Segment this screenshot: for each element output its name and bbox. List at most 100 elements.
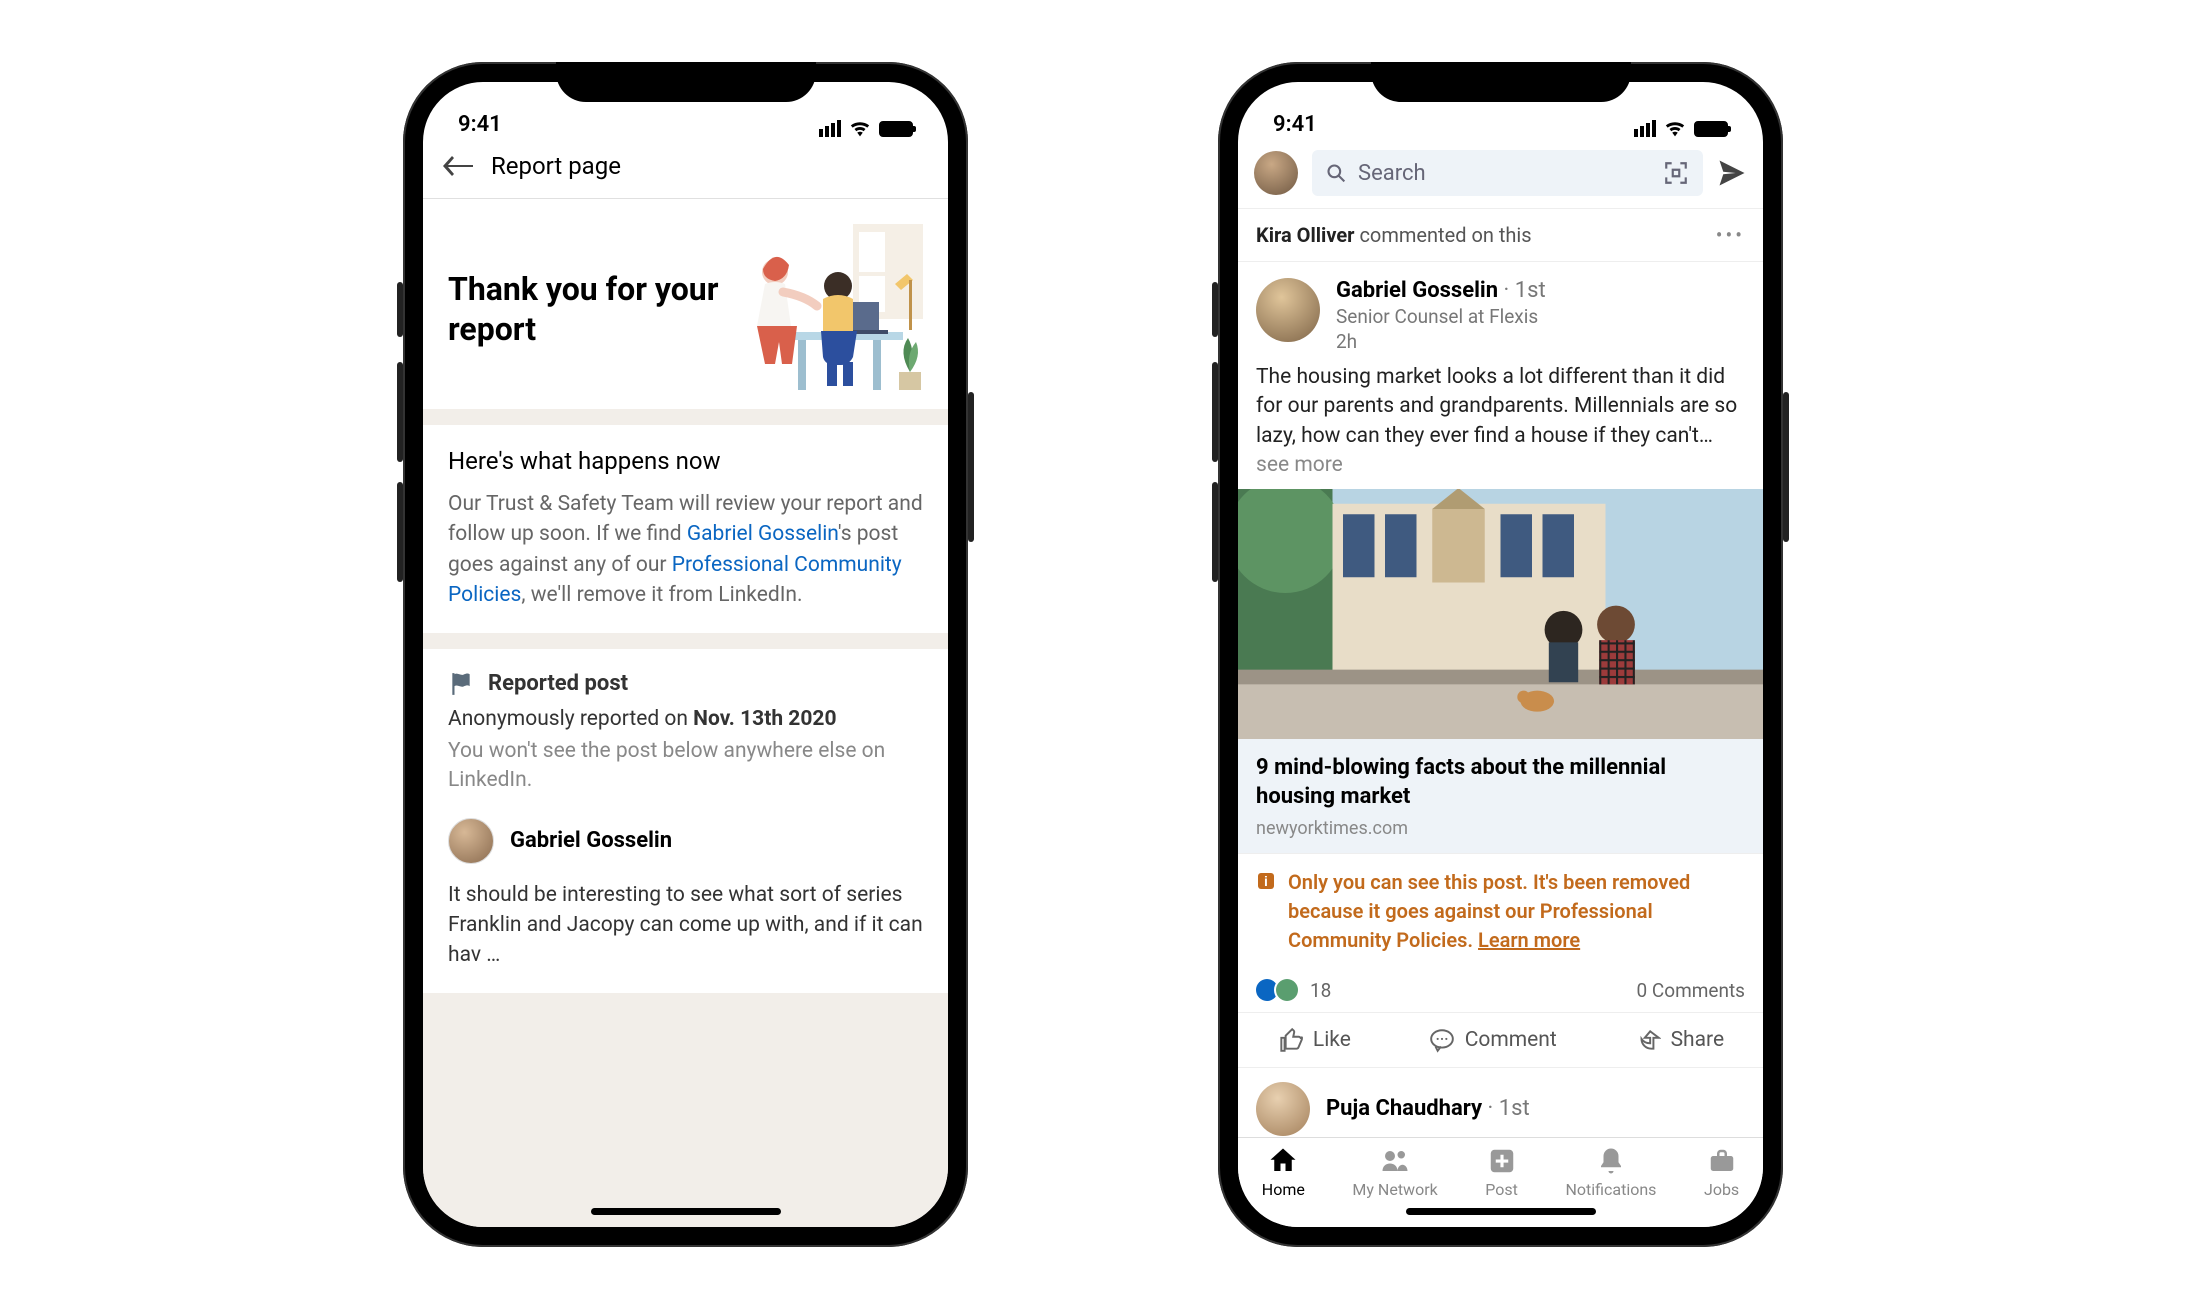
- reported-prefix: Anonymously reported on: [448, 707, 693, 731]
- post-actions: Like Comment Share: [1238, 1013, 1763, 1068]
- reported-excerpt: It should be interesting to see what sor…: [448, 880, 923, 971]
- like-button[interactable]: Like: [1277, 1027, 1351, 1053]
- tab-label: Notifications: [1565, 1180, 1656, 1199]
- messages-icon[interactable]: [1717, 158, 1747, 188]
- reactions-row: 18 0 Comments: [1238, 969, 1763, 1013]
- bell-icon: [1596, 1146, 1626, 1176]
- reported-hint: You won't see the post below anywhere el…: [448, 737, 923, 796]
- like-icon: [1277, 1027, 1303, 1053]
- wifi-icon: [849, 121, 871, 137]
- post-icon: [1487, 1146, 1517, 1176]
- home-indicator[interactable]: [591, 1208, 781, 1215]
- tab-notifications[interactable]: Notifications: [1565, 1146, 1656, 1199]
- phone-frame-right: 9:41 Search Kira Olliver commented on t: [1218, 62, 1783, 1247]
- celebrate-reaction-icon: [1276, 979, 1298, 1001]
- back-arrow-icon[interactable]: [443, 156, 473, 176]
- post-options-icon[interactable]: •••: [1716, 223, 1745, 247]
- profile-avatar[interactable]: [1254, 151, 1298, 195]
- search-input[interactable]: Search: [1312, 150, 1703, 196]
- article-title: 9 mind-blowing facts about the millennia…: [1256, 753, 1745, 812]
- connection-degree: · 1st: [1498, 278, 1546, 303]
- context-text: Kira Olliver commented on this: [1256, 223, 1532, 247]
- post-image[interactable]: [1238, 489, 1763, 739]
- tab-jobs[interactable]: Jobs: [1704, 1146, 1739, 1199]
- search-icon: [1326, 163, 1346, 183]
- flag-icon: [448, 671, 474, 697]
- reaction-count: 18: [1310, 979, 1331, 1002]
- connection-degree: · 1st: [1482, 1096, 1530, 1121]
- reported-date-line: Anonymously reported on Nov. 13th 2020: [448, 707, 923, 731]
- phone-screen-feed: 9:41 Search Kira Olliver commented on t: [1238, 82, 1763, 1227]
- network-icon: [1380, 1146, 1410, 1176]
- context-name[interactable]: Kira Olliver: [1256, 223, 1354, 247]
- next-post-header: Puja Chaudhary · 1st: [1238, 1068, 1763, 1136]
- comment-label: Comment: [1465, 1028, 1557, 1052]
- status-bar: 9:41: [1238, 82, 1763, 142]
- happens-post: , we'll remove it from LinkedIn.: [521, 583, 802, 607]
- section-divider: [423, 633, 948, 649]
- share-icon: [1635, 1027, 1661, 1053]
- tab-label: Post: [1485, 1180, 1518, 1199]
- article-card[interactable]: 9 mind-blowing facts about the millennia…: [1238, 739, 1763, 853]
- home-indicator[interactable]: [1406, 1208, 1596, 1215]
- battery-icon: [1694, 121, 1728, 137]
- tab-post[interactable]: Post: [1485, 1146, 1518, 1199]
- tab-label: My Network: [1352, 1180, 1437, 1199]
- author-name: Puja Chaudhary: [1326, 1096, 1482, 1121]
- phone-frame-left: 9:41 Report page Thank you for your repo…: [403, 62, 968, 1247]
- info-icon: i: [1256, 871, 1276, 891]
- empty-area: [423, 993, 948, 1227]
- happens-user-link[interactable]: Gabriel Gosselin: [687, 522, 838, 546]
- reaction-icons[interactable]: 18: [1256, 979, 1331, 1002]
- share-button[interactable]: Share: [1635, 1027, 1725, 1053]
- status-icons: [1634, 120, 1728, 137]
- comment-count[interactable]: 0 Comments: [1636, 979, 1745, 1002]
- thankyou-heading: Thank you for your report: [448, 269, 723, 349]
- post-time: 2h: [1336, 330, 1546, 353]
- comment-button[interactable]: Comment: [1429, 1027, 1557, 1053]
- avatar: [448, 818, 494, 864]
- post-header: Gabriel Gosselin · 1st Senior Counsel at…: [1238, 262, 1763, 363]
- author-name-line[interactable]: Gabriel Gosselin · 1st: [1336, 278, 1546, 303]
- tab-network[interactable]: My Network: [1352, 1146, 1437, 1199]
- comment-icon: [1429, 1027, 1455, 1053]
- briefcase-icon: [1707, 1146, 1737, 1176]
- tab-label: Jobs: [1704, 1180, 1739, 1199]
- like-label: Like: [1313, 1028, 1351, 1052]
- home-icon: [1268, 1146, 1298, 1176]
- feed-header: Search: [1238, 142, 1763, 208]
- happens-section: Here's what happens now Our Trust & Safe…: [423, 425, 948, 633]
- status-time: 9:41: [1273, 112, 1317, 137]
- happens-body: Our Trust & Safety Team will review your…: [448, 489, 923, 611]
- reported-section: Reported post Anonymously reported on No…: [423, 649, 948, 993]
- section-divider: [423, 409, 948, 425]
- status-bar: 9:41: [423, 82, 948, 142]
- author-name-line[interactable]: Puja Chaudhary · 1st: [1326, 1096, 1530, 1121]
- author-avatar[interactable]: [1256, 278, 1320, 342]
- status-time: 9:41: [458, 112, 502, 137]
- post-body: The housing market looks a lot different…: [1238, 363, 1763, 489]
- phone-screen-report: 9:41 Report page Thank you for your repo…: [423, 82, 948, 1227]
- like-reaction-icon: [1256, 979, 1278, 1001]
- see-more-link[interactable]: see more: [1256, 453, 1343, 477]
- nav-bar: Report page: [423, 142, 948, 199]
- battery-icon: [879, 121, 913, 137]
- learn-more-link[interactable]: Learn more: [1478, 928, 1580, 952]
- thankyou-illustration: [723, 224, 923, 394]
- qr-scan-icon[interactable]: [1663, 160, 1689, 186]
- context-action: commented on this: [1354, 223, 1531, 247]
- article-source: newyorktimes.com: [1256, 818, 1745, 839]
- status-icons: [819, 120, 913, 137]
- happens-heading: Here's what happens now: [448, 447, 923, 475]
- share-label: Share: [1671, 1028, 1725, 1052]
- signal-icon: [1634, 120, 1656, 137]
- author-avatar[interactable]: [1256, 1082, 1310, 1136]
- reported-label: Reported post: [488, 671, 628, 696]
- reported-date: Nov. 13th 2020: [693, 707, 836, 731]
- thankyou-section: Thank you for your report: [423, 199, 948, 409]
- signal-icon: [819, 120, 841, 137]
- reported-user-row: Gabriel Gosselin: [448, 818, 923, 864]
- wifi-icon: [1664, 121, 1686, 137]
- removed-notice: i Only you can see this post. It's been …: [1238, 853, 1763, 969]
- tab-home[interactable]: Home: [1262, 1146, 1305, 1199]
